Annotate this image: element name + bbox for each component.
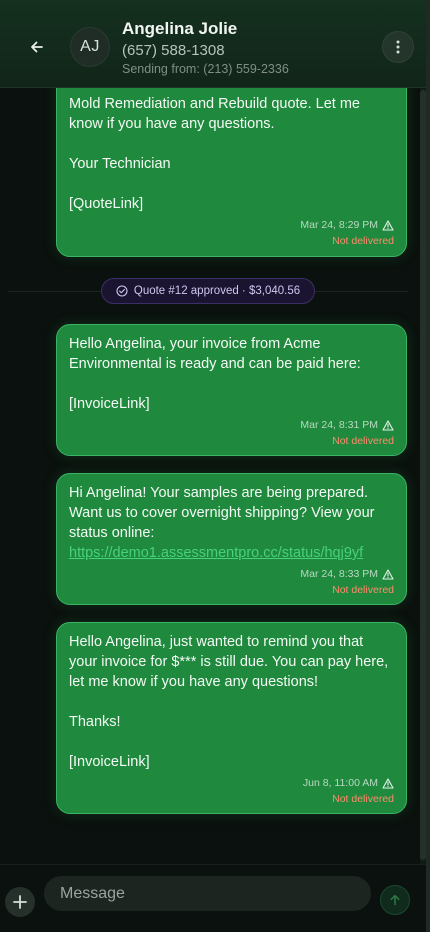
status-link[interactable]: https://demo1.assessmentpro.cc/status/hq… (69, 545, 363, 561)
warning-icon (382, 219, 394, 231)
quote-approved-label: Quote #12 approved · $3,040.56 (133, 285, 301, 297)
check-circle-icon (116, 285, 128, 297)
message-text: Hello Angelina, just wanted to remind yo… (69, 634, 389, 770)
plus-icon (13, 895, 27, 909)
send-button[interactable] (380, 885, 410, 915)
message-bubble[interactable]: Hi Angelina! Your samples are being prep… (56, 473, 407, 605)
message-bubble[interactable]: Mold Remediation and Rebuild quote. Let … (56, 72, 407, 257)
message-bubble[interactable]: Hello Angelina, just wanted to remind yo… (56, 622, 407, 814)
message-time: Mar 24, 8:29 PM (300, 219, 378, 231)
conversation-header: AJ Angelina Jolie (657) 588-1308 Sending… (0, 0, 426, 88)
message-meta: Jun 8, 11:00 AM (303, 777, 394, 789)
sending-from-number: Sending from: (213) 559-2336 (122, 62, 289, 76)
warning-icon (382, 777, 394, 789)
message-meta: Mar 24, 8:33 PM (300, 568, 394, 580)
message-meta: Mar 24, 8:31 PM (300, 419, 394, 431)
message-text-part: Hi Angelina! Your samples are being prep… (69, 485, 375, 541)
message-time: Mar 24, 8:33 PM (300, 568, 378, 580)
message-time: Jun 8, 11:00 AM (302, 777, 378, 789)
contact-name: Angelina Jolie (122, 19, 238, 38)
delivery-status: Not delivered (332, 793, 394, 805)
delivery-status: Not delivered (332, 435, 394, 447)
message-input[interactable] (44, 876, 371, 911)
message-meta: Mar 24, 8:29 PM (300, 219, 394, 231)
message-composer (0, 864, 426, 932)
delivery-status: Not delivered (332, 584, 394, 596)
warning-icon (382, 419, 394, 431)
message-bubble[interactable]: Hello Angelina, your invoice from Acme E… (56, 324, 407, 456)
message-text: Hi Angelina! Your samples are being prep… (69, 483, 394, 563)
kebab-menu-icon (396, 40, 400, 54)
message-time: Mar 24, 8:31 PM (300, 419, 378, 431)
arrow-left-icon (31, 41, 43, 53)
sms-conversation-screen: AJ Angelina Jolie (657) 588-1308 Sending… (0, 0, 430, 932)
scrollbar-thumb[interactable] (420, 90, 426, 860)
warning-icon (382, 568, 394, 580)
contact-phone: (657) 588-1308 (122, 42, 225, 59)
avatar: AJ (70, 27, 110, 67)
arrow-up-icon (390, 894, 400, 906)
more-options-button[interactable] (382, 31, 414, 63)
message-text: Hello Angelina, your invoice from Acme E… (69, 336, 361, 412)
add-attachment-button[interactable] (5, 887, 35, 917)
delivery-status: Not delivered (332, 235, 394, 247)
back-button[interactable] (22, 32, 52, 62)
message-text: Mold Remediation and Rebuild quote. Let … (69, 96, 360, 212)
quote-approved-badge[interactable]: Quote #12 approved · $3,040.56 (101, 278, 315, 304)
